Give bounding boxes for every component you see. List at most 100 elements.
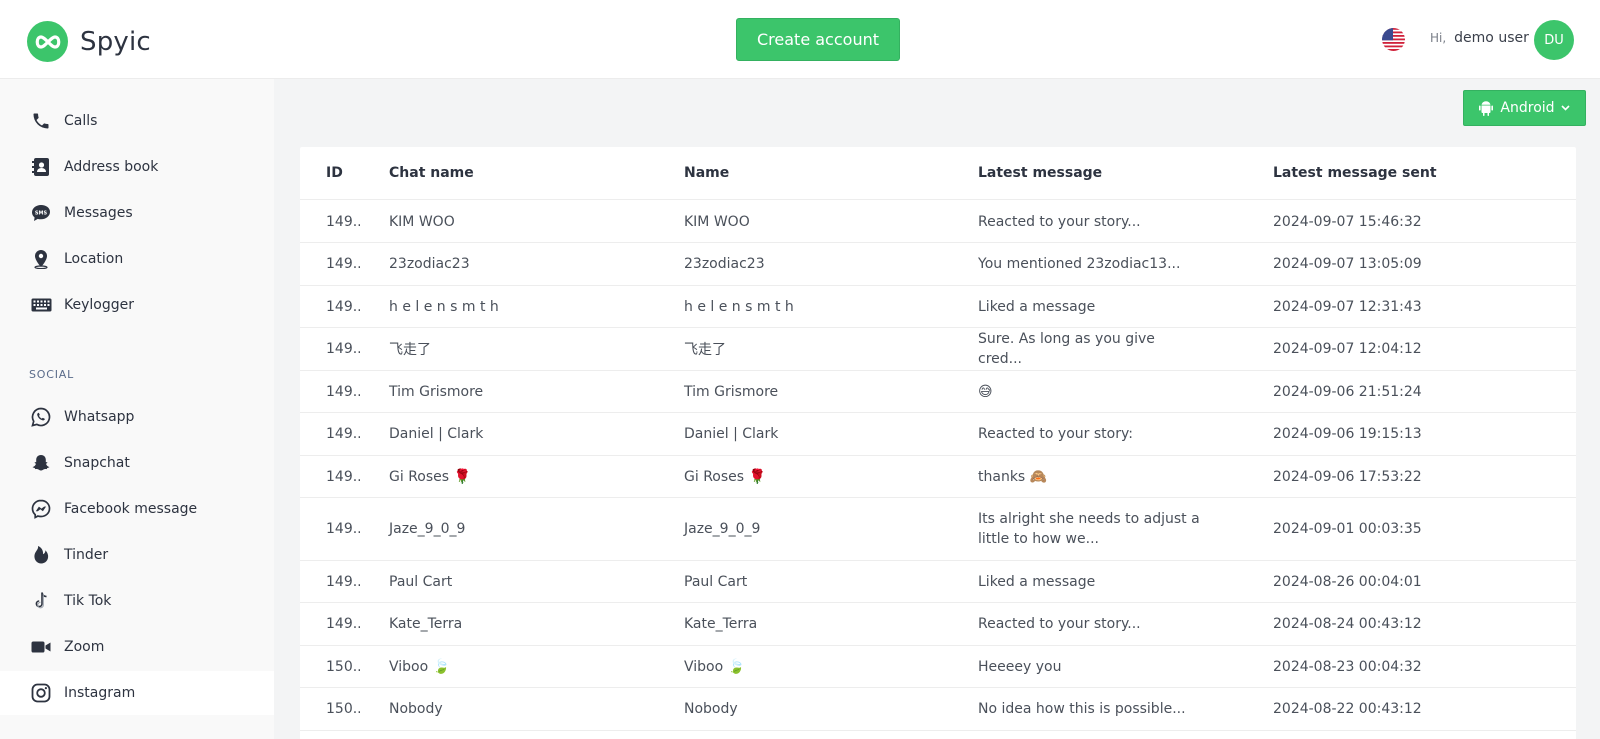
column-header-latest-message[interactable]: Latest message [978, 147, 1200, 199]
us-flag-icon[interactable] [1382, 28, 1405, 51]
keyboard-icon [30, 294, 52, 316]
tiktok-icon [30, 590, 52, 612]
sidebar-item-calls[interactable]: Calls [0, 99, 274, 143]
chat-table: ID Chat name Name Latest message Latest … [300, 147, 1576, 739]
cell-latest-message-sent: 2024-09-07 12:31:43 [1273, 298, 1422, 315]
cell-latest-message-sent: 2024-09-06 21:51:24 [1273, 383, 1422, 400]
column-header-name[interactable]: Name [684, 147, 964, 199]
cell-id: 149... [326, 426, 360, 442]
cell-name: h e l e n s m t h [684, 298, 794, 315]
cell-name: Paul Cart [684, 573, 748, 590]
column-header-id[interactable]: ID [326, 147, 360, 199]
cell-latest-message: No idea how this is possible... [978, 701, 1186, 717]
greeting-hi: Hi, [1430, 31, 1447, 45]
cell-chat-name: h e l e n s m t h [389, 298, 499, 315]
sidebar-item-zoom[interactable]: Zoom [0, 625, 274, 669]
cell-latest-message-sent: 2024-09-07 15:46:32 [1273, 213, 1422, 230]
location-pin-icon [30, 248, 52, 270]
cell-latest-message-sent: 2024-09-07 13:05:09 [1273, 256, 1422, 272]
cell-latest-message: Reacted to your story... [978, 616, 1141, 632]
table-row[interactable]: 149... Kate_Terra Kate_Terra Reacted to … [300, 603, 1576, 646]
cell-id: 149... [326, 521, 360, 537]
cell-latest-message-sent: 2024-09-06 17:53:22 [1273, 468, 1422, 485]
table-row[interactable]: 150... Nobody Nobody No idea how this is… [300, 688, 1576, 731]
cell-name: Gi Roses 🌹 [684, 468, 766, 485]
cell-latest-message-sent: 2024-09-06 19:15:13 [1273, 426, 1422, 442]
cell-latest-message: Liked a message [978, 298, 1096, 315]
cell-latest-message: You mentioned 23zodiac13... [978, 256, 1181, 272]
sms-icon: SMS [30, 202, 52, 224]
cell-chat-name: Gi Roses 🌹 [389, 468, 471, 485]
table-row[interactable]: 149... h e l e n s m t h h e l e n s m t… [300, 286, 1576, 328]
cell-name: 23zodiac23 [684, 256, 765, 272]
android-icon [1479, 101, 1494, 116]
chevron-down-icon [1560, 105, 1570, 111]
sidebar-item-address-book[interactable]: Address book [0, 145, 274, 189]
cell-chat-name: 飞走了 [389, 342, 431, 358]
user-greeting[interactable]: Hi, demo user [1430, 30, 1529, 46]
sidebar-item-label: Keylogger [64, 297, 134, 313]
app-logo[interactable]: Spyic [27, 21, 151, 62]
sidebar-item-tinder[interactable]: Tinder [0, 533, 274, 577]
sidebar-item-location[interactable]: Location [0, 237, 274, 281]
sidebar-item-label: Calls [64, 113, 98, 129]
cell-latest-message-sent: 2024-09-07 12:04:12 [1273, 341, 1422, 357]
cell-name: Tim Grismore [684, 383, 779, 400]
table-row[interactable]: 149... 23zodiac23 23zodiac23 You mention… [300, 243, 1576, 286]
sidebar-item-facebook-message[interactable]: Facebook message [0, 487, 274, 531]
sidebar-item-whatsapp[interactable]: Whatsapp [0, 395, 274, 439]
cell-chat-name: Viboo 🍃 [389, 658, 451, 675]
table-row[interactable]: 149... Daniel | Clark Daniel | Clark Rea… [300, 413, 1576, 456]
cell-chat-name: Nobody [389, 701, 443, 717]
sidebar-item-label: Address book [64, 159, 159, 175]
user-name: demo user [1454, 30, 1529, 46]
table-row[interactable]: 149... KIM WOO KIM WOO Reacted to your s… [300, 201, 1576, 243]
sidebar-item-messages[interactable]: SMS Messages [0, 191, 274, 235]
cell-id: 149... [326, 573, 360, 590]
cell-name: Nobody [684, 701, 738, 717]
sidebar-item-label: Instagram [64, 685, 136, 701]
create-account-button[interactable]: Create account [736, 18, 900, 61]
cell-chat-name: 23zodiac23 [389, 256, 470, 272]
app-name: Spyic [80, 26, 151, 57]
cell-chat-name: Daniel | Clark [389, 426, 484, 442]
cell-id: 149... [326, 616, 360, 632]
cell-latest-message: Reacted to your story... [978, 213, 1141, 230]
cell-name: KIM WOO [684, 213, 750, 230]
address-book-icon [30, 156, 52, 178]
cell-chat-name: Tim Grismore [389, 383, 484, 400]
sidebar-item-label: Messages [64, 205, 133, 221]
table-row[interactable]: 149... Paul Cart Paul Cart Liked a messa… [300, 561, 1576, 603]
sidebar-item-snapchat[interactable]: Snapchat [0, 441, 274, 485]
table-row[interactable]: 149... Tim Grismore Tim Grismore 😅 2024-… [300, 371, 1576, 413]
cell-latest-message: Its alright she needs to adjust a little… [978, 511, 1200, 547]
cell-id: 150... [326, 701, 360, 717]
device-selector-button[interactable]: Android [1463, 90, 1586, 126]
column-header-latest-message-sent[interactable]: Latest message sent [1273, 147, 1533, 199]
table-row[interactable]: 150... Viboo 🍃 Viboo 🍃 Heeeey you 2024-0… [300, 646, 1576, 688]
sidebar-item-tiktok[interactable]: Tik Tok [0, 579, 274, 623]
cell-id: 149... [326, 256, 360, 272]
tinder-flame-icon [30, 544, 52, 566]
cell-name: Daniel | Clark [684, 426, 779, 442]
cell-latest-message-sent: 2024-08-23 00:04:32 [1273, 658, 1422, 675]
sidebar-item-label: Tinder [64, 547, 109, 563]
cell-latest-message: Reacted to your story: [978, 426, 1133, 442]
sidebar-item-instagram[interactable]: Instagram [0, 671, 274, 715]
table-row[interactable]: 149... Gi Roses 🌹 Gi Roses 🌹 thanks 🙈 20… [300, 456, 1576, 498]
cell-latest-message-sent: 2024-08-22 00:43:12 [1273, 701, 1422, 717]
avatar[interactable]: DU [1534, 20, 1574, 60]
cell-name: Kate_Terra [684, 616, 758, 632]
top-header: Spyic Create account Hi, demo user DU [0, 0, 1600, 79]
column-header-chat-name[interactable]: Chat name [389, 147, 669, 199]
instagram-icon [30, 682, 52, 704]
messenger-icon [30, 498, 52, 520]
table-row[interactable]: 149... Jaze_9_0_9 Jaze_9_0_9 Its alright… [300, 498, 1576, 561]
cell-chat-name: KIM WOO [389, 213, 455, 230]
sidebar-item-keylogger[interactable]: Keylogger [0, 283, 274, 327]
table-row[interactable]: 149... 飞走了 飞走了 Sure. As long as you give… [300, 328, 1576, 371]
svg-text:SMS: SMS [35, 211, 48, 217]
cell-latest-message: Sure. As long as you give cred... [978, 331, 1155, 367]
sidebar-item-label: Whatsapp [64, 409, 135, 425]
phone-icon [30, 110, 52, 132]
